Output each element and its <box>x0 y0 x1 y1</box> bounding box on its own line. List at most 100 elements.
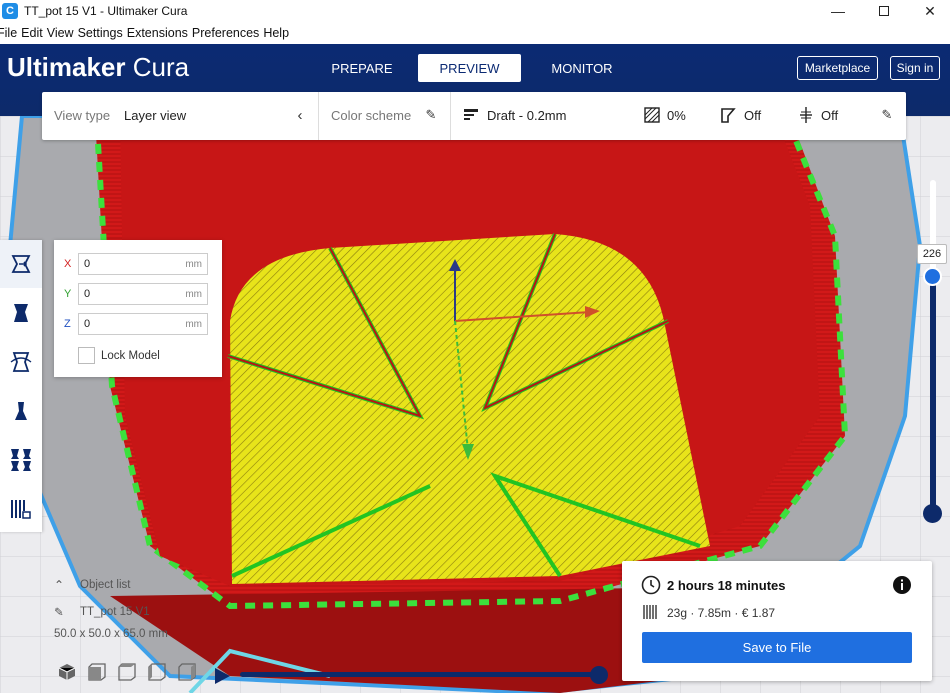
print-info-panel: 2 hours 18 minutes 23g · 7.85m · € 1.87 … <box>622 561 932 681</box>
minimize-icon: — <box>831 3 845 19</box>
z-position-input[interactable]: 0 mm <box>78 313 208 335</box>
path-slider-track[interactable] <box>240 672 600 677</box>
adhesion-value[interactable]: Off <box>821 108 838 123</box>
right-view-button[interactable] <box>176 662 198 682</box>
cube-right-icon <box>178 663 196 681</box>
object-list: ⌃ Object list ✎ TT_pot 15 V1 50.0 x 50.0… <box>54 578 234 640</box>
view-type-dropdown[interactable]: Layer view <box>124 108 186 123</box>
save-to-file-button[interactable]: Save to File <box>642 632 912 663</box>
scale-icon <box>14 304 28 322</box>
support-icon <box>721 108 736 123</box>
path-slider-handle[interactable] <box>590 666 608 684</box>
menu-settings[interactable]: Settings <box>78 26 123 40</box>
profile-selector[interactable]: Draft - 0.2mm <box>487 108 566 123</box>
menu-edit[interactable]: Edit <box>21 26 43 40</box>
y-row: Y 0 mm <box>64 283 208 305</box>
profile-bars-icon <box>464 109 478 120</box>
left-view-button[interactable] <box>146 662 168 682</box>
tab-monitor[interactable]: MONITOR <box>537 54 627 82</box>
scale-tool-button[interactable] <box>0 289 42 337</box>
edit-settings-icon[interactable]: ✎ <box>878 106 896 124</box>
view-type-label: View type <box>54 108 111 123</box>
close-icon: ✕ <box>924 2 936 19</box>
chevron-left-icon[interactable]: ‹ <box>291 106 309 124</box>
toolbar-divider <box>318 92 319 140</box>
menu-extensions[interactable]: Extensions <box>127 26 188 40</box>
view-toolbar: View type Layer view ‹ Color scheme ✎ Dr… <box>42 92 906 140</box>
mirror-tool-button[interactable] <box>0 387 42 435</box>
cube-3d-icon <box>58 664 76 680</box>
chevron-up-icon: ⌃ <box>54 578 65 592</box>
brand-logo: Ultimaker Cura <box>7 52 189 83</box>
y-axis-label: Y <box>64 288 72 300</box>
per-model-settings-icon <box>11 449 31 471</box>
material-estimate: 23g · 7.85m · € 1.87 <box>667 606 776 620</box>
pencil-icon[interactable]: ✎ <box>422 106 440 124</box>
filament-spool-icon <box>643 605 657 619</box>
play-icon <box>215 668 230 684</box>
close-button[interactable]: ✕ <box>907 0 950 22</box>
current-layer-value[interactable]: 226 <box>917 244 947 264</box>
object-name: TT_pot 15 V1 <box>80 606 150 618</box>
support-value[interactable]: Off <box>744 108 761 123</box>
tab-preview[interactable]: PREVIEW <box>418 54 521 82</box>
menu-file[interactable]: File <box>0 26 17 40</box>
sign-in-button[interactable]: Sign in <box>890 56 940 80</box>
layer-slider-lower-handle[interactable] <box>923 504 942 523</box>
color-scheme-label[interactable]: Color scheme <box>331 108 411 123</box>
infill-value[interactable]: 0% <box>667 108 686 123</box>
play-button[interactable] <box>212 666 232 686</box>
menu-preferences[interactable]: Preferences <box>192 26 259 40</box>
tool-strip <box>0 240 42 532</box>
x-value: 0 <box>84 258 91 270</box>
menu-view[interactable]: View <box>47 26 74 40</box>
lock-model-label: Lock Model <box>101 349 160 362</box>
x-unit: mm <box>185 258 202 270</box>
move-tool-panel: X 0 mm Y 0 mm Z 0 mm Lock Model <box>54 240 222 377</box>
menu-help[interactable]: Help <box>263 26 289 40</box>
minimize-button[interactable]: — <box>815 0 861 22</box>
object-name-row: ✎ TT_pot 15 V1 <box>54 605 234 619</box>
lock-model-row: Lock Model <box>78 347 160 364</box>
z-value: 0 <box>84 318 91 330</box>
front-view-button[interactable] <box>86 662 108 682</box>
lock-model-checkbox[interactable] <box>78 347 95 364</box>
info-icon[interactable] <box>892 575 912 595</box>
print-time: 2 hours 18 minutes <box>667 578 786 593</box>
z-row: Z 0 mm <box>64 313 208 335</box>
object-list-title: Object list <box>80 579 131 591</box>
pencil-icon[interactable]: ✎ <box>54 605 74 619</box>
support-blocker-icon <box>11 500 31 519</box>
clock-icon <box>641 575 661 595</box>
3d-view-button[interactable] <box>56 662 78 682</box>
top-view-button[interactable] <box>116 662 138 682</box>
per-model-settings-button[interactable] <box>0 436 42 484</box>
y-unit: mm <box>185 288 202 300</box>
x-position-input[interactable]: 0 mm <box>78 253 208 275</box>
maximize-button[interactable] <box>861 0 907 22</box>
marketplace-button[interactable]: Marketplace <box>797 56 878 80</box>
window-title: TT_pot 15 V1 - Ultimaker Cura <box>24 4 188 18</box>
support-blocker-button[interactable] <box>0 485 42 533</box>
infill-icon <box>644 107 660 123</box>
cube-front-icon <box>88 663 106 681</box>
y-value: 0 <box>84 288 91 300</box>
y-position-input[interactable]: 0 mm <box>78 283 208 305</box>
cube-left-icon <box>148 663 166 681</box>
title-bar: C TT_pot 15 V1 - Ultimaker Cura — ✕ <box>0 0 950 22</box>
move-icon <box>11 255 31 273</box>
x-row: X 0 mm <box>64 253 208 275</box>
layer-slider-range <box>930 276 936 514</box>
brand-name: Ultimaker <box>7 52 126 82</box>
mirror-icon <box>15 402 27 420</box>
rotate-icon <box>10 352 32 372</box>
rotate-tool-button[interactable] <box>0 338 42 386</box>
layer-slider-upper-handle[interactable] <box>923 267 942 286</box>
move-tool-button[interactable] <box>0 240 42 288</box>
toolbar-divider <box>450 92 451 140</box>
tab-prepare[interactable]: PREPARE <box>322 54 402 82</box>
cura-app-icon: C <box>2 3 18 19</box>
brand-product: Cura <box>132 52 190 82</box>
object-list-header[interactable]: ⌃ Object list <box>54 578 234 592</box>
z-axis-label: Z <box>64 318 71 330</box>
